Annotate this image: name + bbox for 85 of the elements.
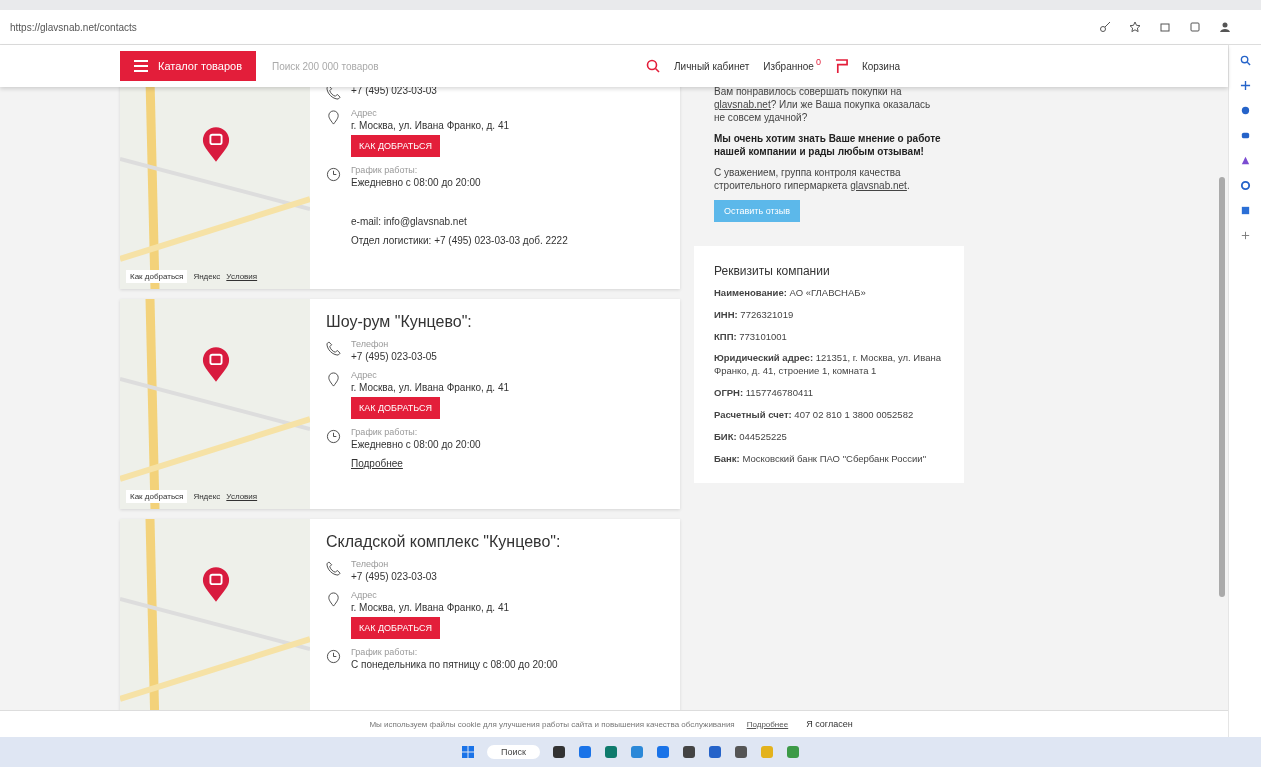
map-brand-label: Яндекс — [193, 492, 221, 501]
location-title: Шоу-рум "Кунцево": — [326, 313, 473, 331]
app-icon[interactable] — [681, 745, 696, 759]
search-icon — [646, 59, 660, 73]
hours-label: График работы: — [351, 647, 419, 657]
requisite-text: Юридический адрес: 121351, г. Москва, ул. Ивана Франко, д. 41, строение 1, комната 1 — [714, 352, 942, 379]
hours-text: Ежедневно с 08:00 до 20:00 — [351, 177, 481, 188]
requisite-text: ИНН: 7726321019 — [714, 308, 795, 322]
hours-text: С понедельника по пятницу с 08:00 до 20:00 — [351, 659, 558, 670]
phone-number: +7 (495) 023-03-03 — [351, 571, 437, 582]
app-icon[interactable] — [733, 745, 748, 759]
app-icon[interactable] — [707, 745, 722, 759]
cookie-details-link[interactable]: Подробнее — [746, 719, 789, 729]
key-icon[interactable] — [1099, 21, 1111, 33]
map-route-link[interactable]: Как добраться — [126, 490, 188, 503]
location-title: Складской комплекс "Кунцево": — [326, 533, 561, 551]
phone-number: +7 (495) 023-03-05 — [351, 351, 437, 362]
cart-link[interactable]: Корзина — [861, 60, 901, 72]
favorites-count: 0 — [815, 57, 821, 67]
phone-icon — [326, 561, 341, 576]
address-text: г. Москва, ул. Ивана Франко, д. 41 — [351, 120, 510, 131]
requisite-text: Наименование: АО «ГЛАВСНАБ» — [714, 287, 867, 300]
address-label: Адрес — [351, 590, 378, 600]
plus-icon[interactable] — [1239, 80, 1251, 91]
map-terms-link[interactable]: Условия — [226, 272, 258, 281]
clock-icon — [326, 649, 341, 664]
start-icon[interactable] — [461, 745, 475, 759]
phone-label: Телефон — [351, 339, 390, 349]
requisite-text: КПП: 773101001 — [714, 330, 788, 344]
taskbar-search[interactable]: Поиск — [487, 745, 540, 759]
site-link[interactable]: glavsnab.net — [850, 180, 907, 191]
requisite-text: ОГРН: 1157746780411 — [714, 387, 815, 400]
details-link[interactable]: Подробнее — [351, 458, 510, 469]
phone-icon — [326, 87, 341, 100]
route-button[interactable]: КАК ДОБРАТЬСЯ — [351, 397, 440, 419]
route-button[interactable]: КАК ДОБРАТЬСЯ — [351, 135, 440, 157]
map-route-link[interactable]: Как добраться — [126, 270, 188, 283]
shape-icon[interactable] — [1239, 180, 1251, 191]
search-icon[interactable] — [1239, 55, 1251, 66]
star-icon[interactable] — [1129, 21, 1141, 33]
address-text: г. Москва, ул. Ивана Франко, д. 41 — [351, 602, 510, 613]
account-link[interactable]: Личный кабинет — [674, 60, 750, 72]
map-marker-icon — [326, 110, 341, 125]
address-label: Адрес — [351, 108, 378, 118]
contact-text: e-mail: info@glavsnab.net — [351, 216, 468, 227]
map-brand-label: Яндекс — [193, 272, 221, 281]
phone-label: Телефон — [351, 559, 390, 569]
plus-icon[interactable] — [1239, 230, 1251, 241]
address-bar[interactable]: https://glavsnab.net/contacts — [10, 21, 137, 33]
route-button[interactable]: КАК ДОБРАТЬСЯ — [351, 617, 440, 639]
feedback-signature: С уважением, группа контроля качества строительного гипермаркета glavsnab.net. — [714, 166, 911, 192]
clock-icon — [326, 167, 341, 182]
clock-icon — [326, 429, 341, 444]
address-label: Адрес — [351, 370, 378, 380]
catalog-button[interactable]: Каталог товаров — [120, 51, 256, 81]
phone-icon — [326, 341, 341, 356]
app-icon[interactable] — [551, 745, 566, 759]
hours-text: Ежедневно с 08:00 до 20:00 — [351, 439, 481, 450]
map-pin-icon[interactable] — [202, 347, 230, 383]
contact-text: Отдел логистики: +7 (495) 023-03-03 доб. 2222 — [351, 235, 568, 246]
hours-label: График работы: — [351, 427, 419, 437]
requisite-text: Банк: Московский банк ПАО "Сбербанк России" — [714, 452, 928, 466]
requisite-text: Расчетный счет: 407 02 810 1 3800 0052582 — [714, 408, 915, 422]
map-marker-icon — [326, 372, 341, 387]
requisite-text: БИК: 044525225 — [714, 430, 788, 444]
search-field[interactable]: Поиск 200 000 товаров — [270, 59, 646, 73]
map-marker-icon — [326, 592, 341, 607]
map-pin-icon[interactable] — [202, 127, 230, 163]
shape-icon[interactable] — [1239, 155, 1251, 166]
shape-icon[interactable] — [1239, 205, 1251, 216]
cookie-text: Мы используем файлы cookie для улучшения работы сайта и повышения качества обслуживания — [369, 719, 735, 729]
map-terms-link[interactable]: Условия — [226, 492, 258, 501]
favorites-link[interactable]: Избранное — [763, 60, 814, 72]
phone-number: +7 (495) 023-03-03 — [351, 87, 437, 96]
feedback-question: Вам понравилось совершать покупки на glavsnab.net? Или же Ваша покупка оказалась не совсем удачной? — [714, 87, 932, 124]
requisites-title: Реквизиты компании — [714, 264, 831, 278]
feedback-appeal: Мы очень хотим знать Ваше мнение о работе нашей компании и рады любым отзывам! — [714, 132, 942, 158]
hours-label: График работы: — [351, 165, 419, 175]
menu-icon — [134, 60, 148, 72]
site-link[interactable]: glavsnab.net — [714, 99, 771, 110]
map-pin-icon[interactable] — [202, 567, 230, 603]
profile-icon[interactable] — [1219, 21, 1231, 33]
address-text: г. Москва, ул. Ивана Франко, д. 41 — [351, 382, 510, 393]
shape-icon[interactable] — [1239, 105, 1251, 116]
shape-icon[interactable] — [1239, 130, 1251, 141]
